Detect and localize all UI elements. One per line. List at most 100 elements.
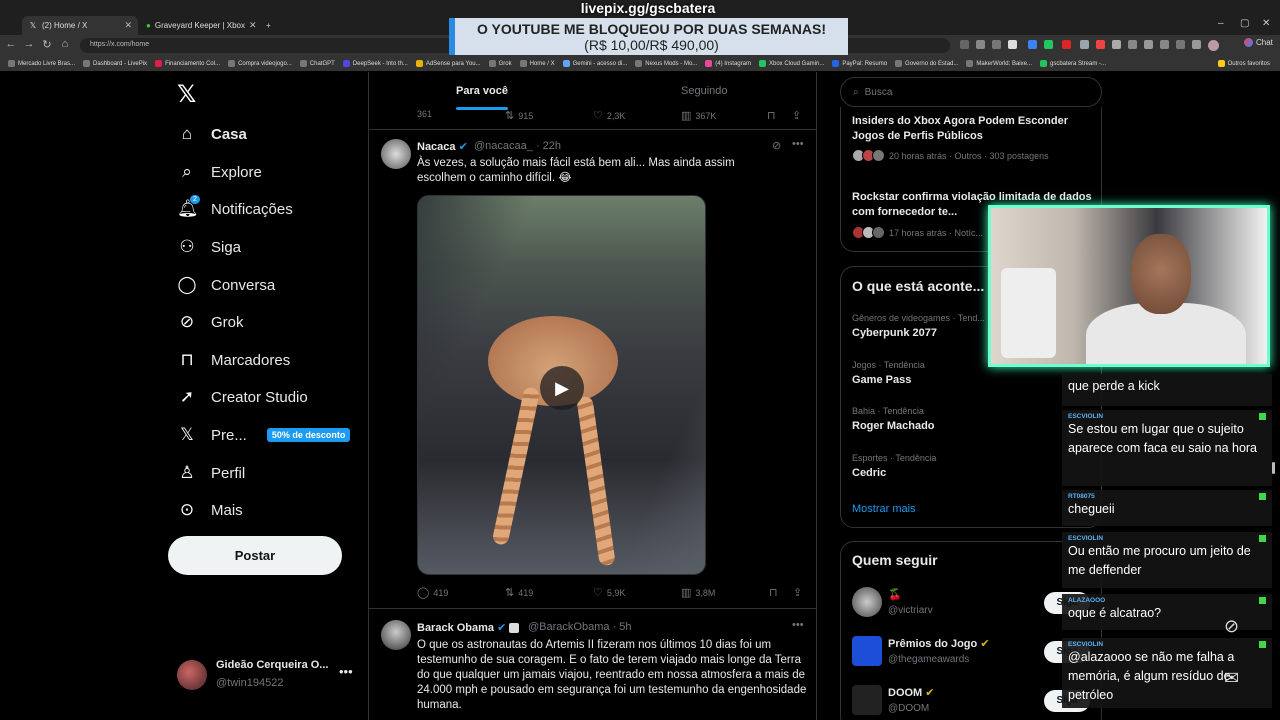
trend-name[interactable]: Game Pass xyxy=(852,374,911,386)
avatar[interactable] xyxy=(852,685,882,715)
browser-tab-xbox[interactable]: ● Graveyard Keeper | Xbox ✕ xyxy=(140,16,258,35)
tweet-time[interactable]: · 22h xyxy=(536,140,561,152)
bookmark-item[interactable]: Financiamento Col... xyxy=(155,60,220,67)
reload-icon[interactable]: ↻ xyxy=(40,38,54,51)
bookmark-item[interactable]: Gemini - acesso di... xyxy=(562,60,627,67)
sidebar-item-notifications[interactable]: 🔔︎ 2 Notificações xyxy=(177,195,293,219)
follow-name[interactable]: 🍒 xyxy=(888,588,902,601)
like-button[interactable]: ♡ 5,9K xyxy=(593,586,625,599)
star-icon[interactable] xyxy=(1008,40,1017,49)
search-input[interactable]: ⌕ Busca xyxy=(840,77,1102,107)
extension-icon[interactable] xyxy=(1192,40,1201,49)
sidebar-item-explore[interactable]: ⌕ Explore xyxy=(177,162,262,182)
other-bookmarks[interactable]: Outros favoritos xyxy=(1217,60,1270,67)
minimize-icon[interactable]: – xyxy=(1218,18,1224,29)
close-window-icon[interactable]: ✕ xyxy=(1262,18,1270,29)
profile-avatar-icon[interactable] xyxy=(1208,40,1219,51)
extension-icon[interactable] xyxy=(976,40,985,49)
tweet-author-name[interactable]: Barack Obama ✔ xyxy=(417,621,520,634)
reply-button[interactable]: ◯ 419 xyxy=(417,586,448,599)
tweet-video[interactable]: ▶ xyxy=(417,195,706,575)
x-logo-icon[interactable]: 𝕏 xyxy=(177,80,196,109)
extension-icon[interactable] xyxy=(1160,40,1169,49)
scrollbar[interactable] xyxy=(1272,462,1275,474)
share-button[interactable]: ⇪ xyxy=(793,586,802,599)
sidebar-item-bookmarks[interactable]: ⊓ Marcadores xyxy=(177,350,290,370)
bookmark-item[interactable]: Governo do Estad... xyxy=(895,60,958,67)
forward-icon[interactable]: → xyxy=(22,38,36,50)
bookmark-item[interactable]: DeepSeek - Into th... xyxy=(342,60,408,67)
sidebar-item-more[interactable]: ⊙ Mais xyxy=(177,500,243,520)
tab-for-you[interactable]: Para você xyxy=(456,85,508,97)
bookmark-item[interactable]: Grok xyxy=(488,60,512,67)
bookmark-item[interactable]: Home / X xyxy=(519,60,555,67)
new-tab-button[interactable]: + xyxy=(260,16,276,35)
grok-explain-icon[interactable]: ⊘ xyxy=(772,139,781,152)
bookmark-item[interactable]: gscbatera Stream -... xyxy=(1039,60,1106,67)
sidebar-item-chat[interactable]: ◯ Conversa xyxy=(177,275,275,295)
avatar[interactable] xyxy=(852,636,882,666)
extension-icon[interactable] xyxy=(960,40,969,49)
extension-icon[interactable] xyxy=(1080,40,1089,49)
follow-name[interactable]: Prêmios do Jogo ✔ xyxy=(888,637,990,650)
extension-icon[interactable] xyxy=(1096,40,1105,49)
extension-icon[interactable] xyxy=(1028,40,1037,49)
tweet-handle[interactable]: @BarackObama xyxy=(528,621,609,633)
bookmark-button[interactable]: ⊓ xyxy=(767,109,776,122)
chat-extension-button[interactable]: Chat xyxy=(1244,38,1273,47)
bookmark-item[interactable]: ChatGPT xyxy=(299,60,335,67)
repost-button[interactable]: ⇅ 915 xyxy=(505,109,533,122)
tweet-time[interactable]: · 5h xyxy=(613,621,632,633)
reply-button[interactable]: 361 xyxy=(417,109,432,119)
sidebar-item-premium[interactable]: 𝕏 Pre... 50% de desconto xyxy=(177,425,351,445)
bookmark-item[interactable]: AdSense para You... xyxy=(415,60,481,67)
share-button[interactable]: ⇪ xyxy=(792,109,801,122)
trend-name[interactable]: Cyberpunk 2077 xyxy=(852,327,937,339)
bookmark-item[interactable]: PayPal: Resumo xyxy=(832,60,887,67)
sidebar-item-creator-studio[interactable]: ➚ Creator Studio xyxy=(177,387,308,407)
avatar[interactable] xyxy=(381,620,411,650)
more-options-icon[interactable]: ••• xyxy=(792,138,804,150)
bookmark-item[interactable]: (4) Instagram xyxy=(705,60,751,67)
home-browser-icon[interactable]: ⌂ xyxy=(58,38,72,50)
bookmark-item[interactable]: Nexus Mods - Mo... xyxy=(635,60,697,67)
repost-button[interactable]: ⇅ 419 xyxy=(505,586,533,599)
close-tab-icon[interactable]: ✕ xyxy=(124,20,132,31)
tweet-author-name[interactable]: Nacaca ✔ xyxy=(417,140,468,153)
extension-icon[interactable] xyxy=(1128,40,1137,49)
avatar[interactable] xyxy=(852,587,882,617)
extension-icon[interactable] xyxy=(1144,40,1153,49)
grok-float-icon[interactable]: ⊘ xyxy=(1224,616,1239,637)
extension-icon[interactable] xyxy=(1176,40,1185,49)
bookmark-item[interactable]: Xbox Cloud Gamin... xyxy=(758,60,824,67)
post-button[interactable]: Postar xyxy=(168,536,342,575)
tweet-handle[interactable]: @nacacaa_ xyxy=(474,140,533,152)
messages-float-icon[interactable]: ✉ xyxy=(1224,668,1239,689)
like-button[interactable]: ♡ 2,3K xyxy=(593,109,625,122)
trend-name[interactable]: Cedric xyxy=(852,467,886,479)
browser-tab-x-home[interactable]: 𝕏 (2) Home / X ✕ xyxy=(22,16,138,35)
maximize-icon[interactable]: ▢ xyxy=(1240,18,1249,29)
tab-following[interactable]: Seguindo xyxy=(681,85,728,97)
trend-name[interactable]: Roger Machado xyxy=(852,420,935,432)
views-button[interactable]: ▥ 367K xyxy=(681,109,716,122)
bookmark-item[interactable]: Dashboard - LivePix xyxy=(83,60,147,67)
close-tab-icon[interactable]: ✕ xyxy=(249,20,257,31)
news-headline[interactable]: Insiders do Xbox Agora Podem Esconder Jo… xyxy=(852,114,1092,144)
sidebar-item-profile[interactable]: ♙ Perfil xyxy=(177,463,245,483)
extension-icon[interactable] xyxy=(1062,40,1071,49)
more-options-icon[interactable]: ••• xyxy=(792,619,804,631)
follow-name[interactable]: DOOM ✔ xyxy=(888,686,935,699)
back-icon[interactable]: ← xyxy=(4,38,18,50)
sidebar-item-follow[interactable]: ⚇ Siga xyxy=(177,237,241,257)
sidebar-item-home[interactable]: ⌂ Casa xyxy=(177,124,247,144)
show-more-link[interactable]: Mostrar mais xyxy=(852,503,916,515)
play-icon[interactable]: ▶ xyxy=(540,366,584,410)
bookmark-item[interactable]: MakerWorld: Baixe... xyxy=(966,60,1032,67)
bookmark-button[interactable]: ⊓ xyxy=(769,586,778,599)
views-button[interactable]: ▥ 3,8M xyxy=(681,586,715,599)
bookmark-item[interactable]: Mercado Livre Bras... xyxy=(8,60,75,67)
extension-icon[interactable] xyxy=(1112,40,1121,49)
extension-icon[interactable] xyxy=(992,40,1001,49)
bookmark-item[interactable]: Compra videojogo... xyxy=(228,60,292,67)
